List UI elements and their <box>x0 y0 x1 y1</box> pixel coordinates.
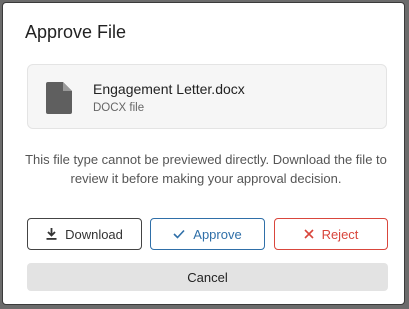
download-button[interactable]: Download <box>27 218 142 250</box>
document-icon <box>46 82 72 114</box>
file-type: DOCX file <box>93 102 145 114</box>
cancel-button[interactable]: Cancel <box>27 263 388 291</box>
download-icon <box>46 228 57 240</box>
reject-button[interactable]: Reject <box>274 218 388 250</box>
preview-unavailable-message: This file type cannot be previewed direc… <box>25 152 387 186</box>
file-card: Engagement Letter.docx DOCX file <box>27 64 387 129</box>
close-icon <box>303 229 314 239</box>
check-icon <box>173 229 185 239</box>
approve-button[interactable]: Approve <box>150 218 265 250</box>
file-name: Engagement Letter.docx <box>93 81 245 97</box>
reject-button-label: Reject <box>321 226 359 242</box>
approve-button-label: Approve <box>193 226 242 242</box>
cancel-button-label: Cancel <box>187 269 228 285</box>
download-button-label: Download <box>65 226 123 242</box>
dialog-title: Approve File <box>25 22 127 42</box>
approve-file-dialog: Approve File Engagement Letter.docx DOCX… <box>2 2 405 305</box>
